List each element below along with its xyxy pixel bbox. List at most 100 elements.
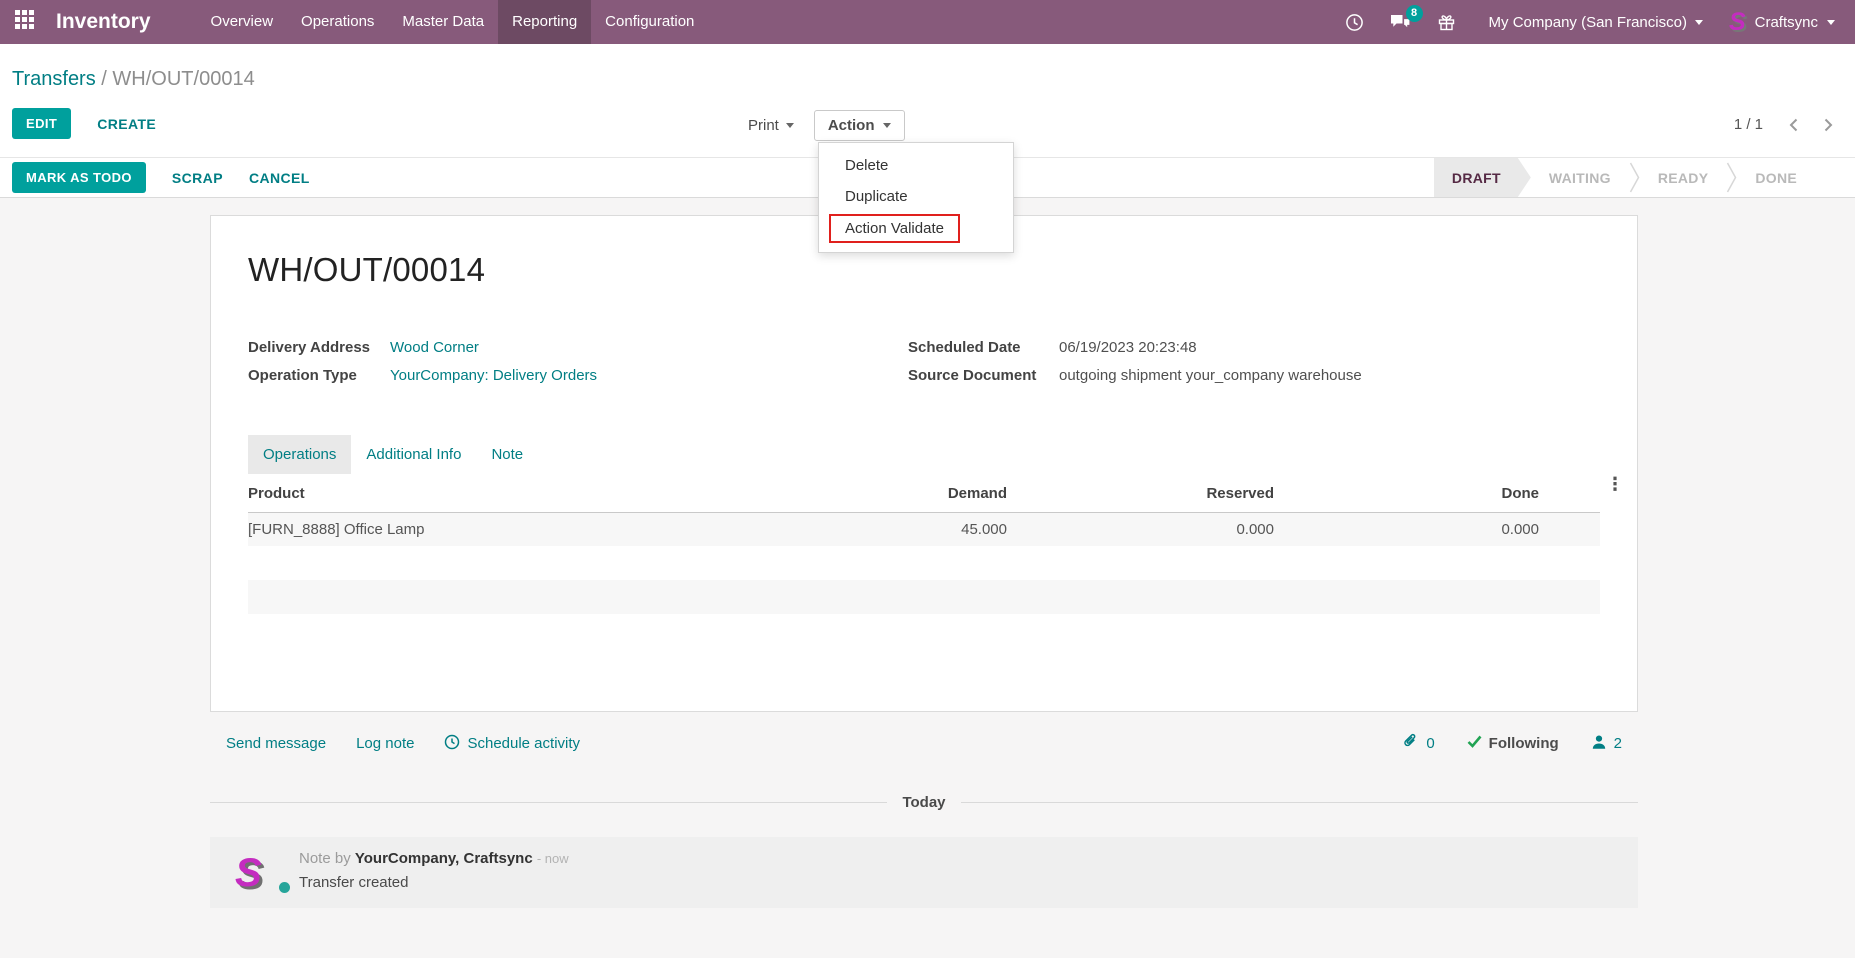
- attachments-button[interactable]: 0: [1402, 733, 1435, 754]
- app-brand: Inventory: [56, 10, 151, 33]
- paperclip-icon: [1402, 733, 1419, 754]
- tab-additional-info[interactable]: Additional Info: [351, 435, 476, 474]
- menu-item-action-validate[interactable]: Action Validate: [819, 212, 1013, 245]
- scrap-button[interactable]: SCRAP: [172, 170, 223, 186]
- print-dropdown-button[interactable]: Print: [744, 111, 798, 140]
- breadcrumb-transfers-link[interactable]: Transfers: [12, 68, 96, 90]
- table-row[interactable]: [FURN_8888] Office Lamp 45.000 0.000 0.0…: [248, 512, 1600, 546]
- scheduled-date-label: Scheduled Date: [908, 339, 1021, 356]
- schedule-activity-button[interactable]: Schedule activity: [444, 734, 580, 754]
- messages-count-badge: 8: [1405, 4, 1423, 22]
- nav-item-reporting[interactable]: Reporting: [498, 0, 592, 44]
- optional-columns-icon[interactable]: ⋮: [1606, 474, 1624, 495]
- company-switcher[interactable]: My Company (San Francisco): [1489, 14, 1703, 31]
- pager-previous-icon[interactable]: [1789, 118, 1798, 132]
- delivery-address-label: Delivery Address: [248, 339, 371, 356]
- cancel-button[interactable]: CANCEL: [249, 170, 310, 186]
- divider-line: [960, 802, 1638, 803]
- record-buttons: EDIT CREATE: [12, 108, 156, 139]
- source-document-label: Source Document: [908, 367, 1037, 384]
- notebook-tabs: Operations Additional Info Note: [248, 435, 1600, 474]
- control-panel: Transfers / WH/OUT/00014 EDIT CREATE Pri…: [0, 44, 1855, 253]
- stage-done[interactable]: DONE: [1737, 158, 1815, 197]
- divider-line: [210, 802, 888, 803]
- person-icon: [1591, 734, 1607, 754]
- user-name: Craftsync: [1754, 13, 1818, 31]
- stage-waiting[interactable]: WAITING: [1531, 158, 1629, 197]
- message-content: Note by YourCompany, Craftsync - now Tra…: [299, 850, 569, 893]
- attachment-count: 0: [1426, 735, 1435, 752]
- pager-value[interactable]: 1 / 1: [1734, 116, 1763, 133]
- menu-item-duplicate[interactable]: Duplicate: [819, 181, 1013, 212]
- nav-item-master-data[interactable]: Master Data: [388, 0, 498, 44]
- nav-right-section: 8 My Company (San Francisco) S Craftsync: [1332, 0, 1855, 44]
- record-title: WH/OUT/00014: [248, 251, 486, 288]
- activities-icon[interactable]: [1345, 13, 1364, 32]
- action-dropdown-button[interactable]: Action: [813, 110, 905, 141]
- message-author: YourCompany, Craftsync: [354, 850, 533, 867]
- action-validate-highlight: Action Validate: [829, 214, 960, 243]
- followers-button[interactable]: 2: [1591, 734, 1622, 754]
- stage-ready[interactable]: READY: [1640, 158, 1727, 197]
- chatter-buttons: Send message Log note Schedule activity: [226, 734, 580, 754]
- chevron-down-icon: [1827, 19, 1835, 25]
- mark-as-todo-button[interactable]: MARK AS TODO: [12, 162, 146, 193]
- following-toggle[interactable]: Following: [1467, 735, 1559, 752]
- apps-menu-button[interactable]: [0, 0, 48, 44]
- company-name: My Company (San Francisco): [1488, 13, 1687, 31]
- menu-item-delete[interactable]: Delete: [819, 150, 1013, 181]
- messages-icon[interactable]: 8: [1390, 4, 1423, 31]
- breadcrumb: Transfers / WH/OUT/00014: [12, 68, 255, 91]
- column-demand: Demand: [757, 476, 1007, 513]
- operations-table: Product Demand Reserved Done [FURN_8888]…: [248, 476, 1600, 614]
- field-grid: Delivery Address Wood Corner Operation T…: [248, 339, 1600, 395]
- user-menu[interactable]: S Craftsync: [1728, 7, 1835, 36]
- check-icon: [1467, 735, 1482, 752]
- tab-operations[interactable]: Operations: [248, 435, 352, 474]
- schedule-clock-icon: [444, 734, 460, 754]
- tab-note[interactable]: Note: [476, 435, 538, 474]
- nav-item-overview[interactable]: Overview: [197, 0, 288, 44]
- online-status-dot: [279, 882, 290, 893]
- field-group-left: Delivery Address Wood Corner Operation T…: [248, 339, 908, 395]
- main-content: WH/OUT/00014 Delivery Address Wood Corne…: [0, 198, 1855, 908]
- apps-grid-icon: [14, 10, 34, 34]
- stage-separator-icon: [1726, 158, 1737, 197]
- message-avatar: S: [235, 850, 290, 893]
- send-message-button[interactable]: Send message: [226, 735, 326, 752]
- log-note-button[interactable]: Log note: [356, 735, 414, 752]
- action-label: Action: [827, 117, 875, 134]
- following-label: Following: [1488, 735, 1559, 752]
- breadcrumb-separator: /: [101, 68, 107, 90]
- print-label: Print: [748, 117, 779, 134]
- message-timestamp: - now: [536, 851, 569, 866]
- empty-row: [248, 580, 1600, 614]
- field-scheduled-date: Scheduled Date 06/19/2023 20:23:48: [908, 339, 1600, 356]
- stage-draft[interactable]: DRAFT: [1434, 158, 1531, 197]
- column-reserved: Reserved: [1007, 476, 1274, 513]
- gift-icon[interactable]: [1437, 13, 1456, 32]
- user-avatar: S: [1728, 7, 1746, 36]
- message-body: Transfer created: [299, 874, 409, 891]
- cell-reserved: 0.000: [1236, 521, 1274, 538]
- operation-type-value[interactable]: YourCompany: Delivery Orders: [390, 367, 597, 384]
- create-button[interactable]: CREATE: [97, 116, 156, 132]
- action-dropdown-menu: Delete Duplicate Action Validate: [818, 142, 1014, 253]
- cell-product: [FURN_8888] Office Lamp: [248, 521, 425, 538]
- schedule-activity-label: Schedule activity: [467, 735, 581, 752]
- pager: 1 / 1: [1734, 116, 1833, 133]
- field-delivery-address: Delivery Address Wood Corner: [248, 339, 908, 356]
- field-operation-type: Operation Type YourCompany: Delivery Ord…: [248, 367, 908, 384]
- chatter-message: S Note by YourCompany, Craftsync - now T…: [210, 837, 1638, 908]
- message-header: Note by YourCompany, Craftsync - now: [299, 850, 569, 867]
- cell-done: 0.000: [1501, 521, 1539, 538]
- form-sheet: WH/OUT/00014 Delivery Address Wood Corne…: [210, 215, 1638, 712]
- nav-item-operations[interactable]: Operations: [287, 0, 388, 44]
- pager-next-icon[interactable]: [1824, 118, 1833, 132]
- edit-button[interactable]: EDIT: [12, 108, 72, 139]
- operation-type-label: Operation Type: [248, 367, 357, 384]
- delivery-address-value[interactable]: Wood Corner: [390, 339, 479, 356]
- top-navbar: Inventory Overview Operations Master Dat…: [0, 0, 1855, 44]
- cell-demand: 45.000: [961, 521, 1007, 538]
- nav-item-configuration[interactable]: Configuration: [591, 0, 708, 44]
